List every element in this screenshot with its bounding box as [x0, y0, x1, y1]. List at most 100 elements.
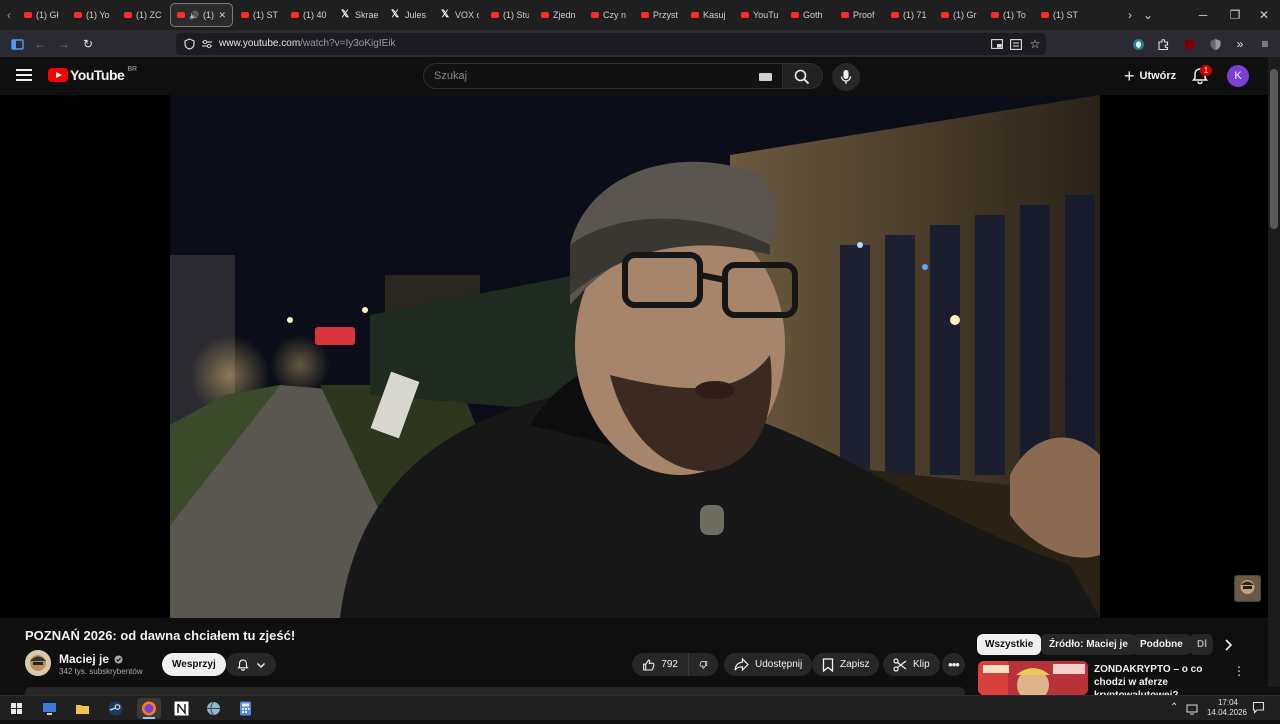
browser-tab[interactable]: (1) Gr [935, 3, 985, 27]
browser-tab[interactable]: (1) ST [1035, 3, 1085, 27]
browser-tab[interactable]: (1) Stu [485, 3, 535, 27]
calculator-icon[interactable] [237, 700, 254, 717]
notion-icon[interactable] [173, 700, 190, 717]
address-bar[interactable]: www.youtube.com/watch?v=Iy3oKigIEik ☆ [176, 33, 1046, 55]
close-window-icon[interactable]: ✕ [1247, 0, 1280, 30]
notifications-center-icon[interactable] [1252, 701, 1265, 719]
taskbar-date[interactable]: 14.04.2026 [1203, 708, 1251, 717]
chip-all[interactable]: Wszystkie [977, 634, 1042, 655]
app-globe-icon[interactable] [205, 700, 222, 717]
recommendation-thumbnail[interactable] [978, 661, 1088, 695]
tab-label: Jules [405, 10, 427, 20]
tab-close-icon[interactable]: ✕ [218, 10, 226, 21]
video-player[interactable] [0, 95, 1268, 618]
chip-partial[interactable]: Dl [1189, 634, 1213, 655]
browser-tab[interactable]: Kasuj [685, 3, 735, 27]
microphone-icon [840, 70, 852, 84]
save-button[interactable]: Zapisz [812, 653, 880, 676]
chips-next-icon[interactable] [1221, 638, 1235, 652]
youtube-icon [24, 12, 32, 18]
youtube-play-icon [48, 68, 68, 82]
description-box[interactable] [25, 687, 965, 695]
scissors-icon [893, 657, 907, 672]
scrollbar-thumb[interactable] [1270, 69, 1278, 229]
create-button[interactable]: + Utwórz [1116, 64, 1184, 88]
reader-view-icon[interactable] [1007, 35, 1025, 53]
channel-name[interactable]: Maciej je [59, 652, 123, 666]
browser-tab[interactable]: (1) ST [235, 3, 285, 27]
reload-icon[interactable]: ↻ [79, 35, 97, 53]
recommendation-menu-icon[interactable]: ⋮ [1233, 664, 1245, 678]
youtube-icon [991, 12, 999, 18]
browser-tab[interactable]: Czy n [585, 3, 635, 27]
video-title: POZNAŃ 2026: od dawna chciałem tu zjeść! [25, 628, 296, 643]
browser-tab[interactable]: (1) Gł [18, 3, 68, 27]
plus-icon: + [1124, 66, 1135, 86]
chip-from-channel[interactable]: Źródło: Maciej je [1041, 634, 1136, 655]
bookmark-star-icon[interactable]: ☆ [1026, 35, 1044, 53]
forward-icon[interactable]: → [55, 35, 73, 53]
ublock-extension-icon[interactable] [1180, 35, 1198, 53]
tab-scroll-left-icon[interactable]: ‹ [0, 0, 18, 30]
sidebar-toggle-icon[interactable] [8, 35, 26, 53]
file-explorer-icon[interactable] [74, 700, 91, 717]
taskbar-time[interactable]: 17:04 [1208, 698, 1248, 707]
windows-start-icon[interactable] [8, 700, 25, 717]
browser-tab[interactable]: (1) 71 [885, 3, 935, 27]
dislike-button[interactable] [688, 653, 718, 676]
picture-in-picture-icon[interactable] [988, 35, 1006, 53]
bell-icon [237, 659, 249, 671]
account-avatar[interactable]: K [1227, 65, 1249, 87]
share-button[interactable]: Udostępnij [724, 653, 813, 676]
clip-button[interactable]: Klip [883, 653, 940, 676]
browser-tab[interactable]: (1) 40 [285, 3, 335, 27]
tab-list-dropdown-icon[interactable]: ⌄ [1131, 0, 1165, 30]
vpn-extension-icon[interactable] [1129, 35, 1147, 53]
channel-avatar[interactable] [25, 650, 51, 676]
chip-related[interactable]: Podobne [1132, 634, 1191, 655]
voice-search-button[interactable] [832, 63, 860, 91]
browser-tab[interactable]: (1) ZC [118, 3, 168, 27]
page-scrollbar[interactable] [1268, 57, 1280, 687]
browser-tab[interactable]: (1) Yo [68, 3, 118, 27]
channel-watermark-thumbnail[interactable] [1234, 575, 1261, 602]
video-frame[interactable] [170, 95, 1100, 618]
steam-icon[interactable] [107, 700, 124, 717]
x-icon: 𝕏 [391, 9, 400, 20]
tab-audio-icon[interactable]: 🔊 [189, 11, 199, 20]
tray-expand-chevron-icon[interactable]: ⌃ [1170, 702, 1178, 713]
browser-tab[interactable]: Zjedn [535, 3, 585, 27]
like-button[interactable]: 792 [632, 653, 688, 676]
subscription-bell-button[interactable] [226, 653, 276, 676]
back-icon[interactable]: ← [31, 35, 49, 53]
display-app-icon[interactable] [41, 700, 58, 717]
minimize-window-icon[interactable]: ─ [1186, 0, 1220, 30]
guide-menu-icon[interactable] [16, 69, 32, 81]
share-label: Udostępnij [755, 659, 803, 670]
youtube-logo[interactable]: YouTube BR [48, 66, 137, 83]
site-permissions-icon[interactable] [198, 35, 216, 53]
search-input[interactable]: Szukaj [423, 63, 783, 89]
firefox-icon[interactable] [137, 698, 161, 719]
tab-label: (1) Yo [86, 10, 110, 20]
more-tools-chevron-icon[interactable]: » [1231, 35, 1249, 53]
more-actions-button[interactable]: ••• [942, 653, 965, 676]
support-button[interactable]: Wesprzyj [162, 653, 226, 676]
search-button[interactable] [783, 63, 823, 89]
extensions-puzzle-icon[interactable] [1154, 35, 1172, 53]
browser-tab[interactable]: Goth [785, 3, 835, 27]
privacy-badger-icon[interactable] [1206, 35, 1224, 53]
browser-tab[interactable]: YouTu [735, 3, 785, 27]
network-icon[interactable] [1186, 702, 1198, 720]
keyboard-icon[interactable] [759, 73, 772, 81]
browser-tab[interactable]: Proof [835, 3, 885, 27]
browser-tab[interactable]: (1) To [985, 3, 1035, 27]
youtube-icon [741, 12, 749, 18]
browser-tab-active[interactable]: 🔊 (1) ✕ [170, 3, 233, 27]
browser-tab[interactable]: 𝕏 Skrae [335, 3, 385, 27]
site-shield-icon[interactable] [180, 35, 198, 53]
browser-tab[interactable]: 𝕏 VOX o [435, 3, 485, 27]
browser-tab[interactable]: Przyst [635, 3, 685, 27]
app-menu-icon[interactable]: ≡ [1256, 35, 1274, 53]
browser-tab[interactable]: 𝕏 Jules [385, 3, 435, 27]
